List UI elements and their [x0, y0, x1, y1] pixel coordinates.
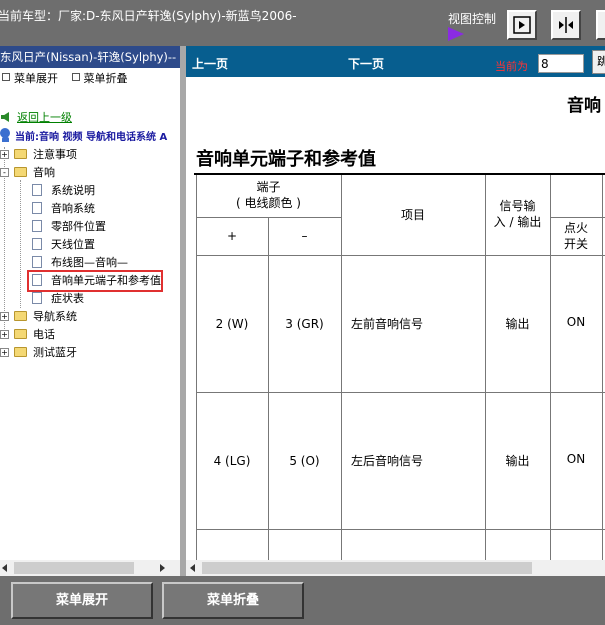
table-border [196, 217, 341, 218]
left-tree-panel: 东风日产(Nissan)-轩逸(Sylphy)-- 菜单展开 菜单折叠 返回上一… [0, 46, 180, 576]
section-title: 音响 [567, 96, 601, 116]
scrollbar-thumb[interactable] [14, 562, 134, 574]
car-model-label: 当前车型：厂家:D-东风日产轩逸(Sylphy)-新蓝鸟2006- [0, 9, 297, 23]
table-border [485, 175, 486, 576]
back-arrow-icon [1, 112, 9, 122]
show-left-panel-button[interactable] [596, 10, 605, 40]
title-rule [194, 173, 605, 175]
table-cell-plus: 2 (W) [215, 317, 249, 331]
split-view-button[interactable] [551, 10, 581, 40]
collapse-minus-icon[interactable]: - [0, 168, 9, 177]
header-ignition-2: 开关 [563, 237, 588, 251]
table-border [196, 255, 605, 256]
scroll-left-icon[interactable] [190, 564, 195, 572]
square-icon [2, 73, 10, 81]
collapse-all-button[interactable]: 菜单折叠 [162, 582, 304, 619]
table-cell-ignition: ON [566, 452, 586, 466]
current-page-label: 当前为 [495, 60, 528, 73]
document-icon [32, 202, 42, 214]
document-title: 音响单元端子和参考值 [196, 149, 376, 170]
header-wire-color: ( 电线颜色 ) [236, 196, 301, 210]
expand-all-button[interactable]: 菜单展开 [11, 582, 153, 619]
table-cell-io: 输出 [505, 317, 530, 331]
folder-open-icon [14, 167, 27, 177]
table-cell-ignition: ON [566, 315, 586, 329]
table-cell-minus: 3 (GR) [285, 317, 324, 331]
square-icon [71, 73, 80, 81]
scrollbar-thumb[interactable] [202, 562, 532, 574]
table-cell-item: 左后音响信号 [351, 454, 424, 468]
bottom-toolbar: 菜单展开 菜单折叠 [0, 576, 605, 625]
table-cell-plus: 4 (LG) [213, 454, 251, 468]
expand-plus-icon[interactable]: + [0, 330, 9, 339]
table-cell-io: 输出 [505, 454, 530, 468]
tree-menu-expand[interactable]: 菜单展开 [2, 68, 58, 90]
table-border [550, 217, 605, 218]
selected-item-highlight [27, 270, 163, 292]
folder-icon [14, 329, 27, 339]
tree-menu-bar: 菜单展开 菜单折叠 [0, 68, 180, 90]
page-number-input[interactable] [538, 54, 584, 73]
document-icon [32, 184, 42, 196]
header-ignition-1: 点火 [563, 221, 588, 235]
split-arrows-icon [559, 17, 573, 33]
user-icon [0, 128, 10, 142]
next-page-link[interactable]: 下一页 [348, 55, 384, 72]
folder-icon [14, 347, 27, 357]
expand-plus-icon[interactable]: + [0, 348, 9, 357]
prev-page-link[interactable]: 上一页 [192, 55, 228, 72]
page-nav-bar: 上一页 下一页 当前为 跳 [186, 46, 605, 77]
document-page: 音响 音响单元端子和参考值 端子 ( 电线颜色 ) + – 项目 信号输 入 /… [186, 77, 605, 576]
header-plus: + [226, 229, 238, 243]
header-signal-io-2: 入 / 输出 [493, 215, 542, 229]
folder-icon [14, 311, 27, 321]
view-control-label: 视图控制 [448, 12, 497, 26]
table-border [602, 175, 603, 576]
arrow-right-bar-icon [513, 16, 531, 34]
jump-button[interactable]: 跳 [592, 50, 605, 74]
tree-horizontal-scrollbar[interactable] [0, 560, 180, 576]
document-horizontal-scrollbar[interactable] [186, 560, 605, 576]
header-signal-io-1: 信号输 [499, 199, 536, 213]
scroll-left-icon[interactable] [2, 564, 7, 572]
folder-icon [14, 149, 27, 159]
document-icon [32, 292, 42, 304]
view-control-arrow-icon[interactable] [448, 27, 464, 41]
header-minus: – [301, 229, 308, 243]
scroll-right-icon[interactable] [160, 564, 165, 572]
document-icon [32, 220, 42, 232]
tree-line [20, 180, 21, 308]
tree-menu-collapse[interactable]: 菜单折叠 [71, 68, 128, 90]
document-icon [32, 256, 42, 268]
table-border [268, 217, 269, 576]
expand-plus-icon[interactable]: + [0, 312, 9, 321]
tree-panel-title: 东风日产(Nissan)-轩逸(Sylphy)-- [0, 46, 180, 68]
document-icon [32, 238, 42, 250]
expand-plus-icon[interactable]: + [0, 150, 9, 159]
header-terminal: 端子 [256, 180, 281, 194]
document-frame: 上一页 下一页 当前为 跳 音响 音响单元端子和参考值 端子 ( 电线颜色 ) … [186, 46, 605, 576]
show-right-panel-button[interactable] [507, 10, 537, 40]
top-header: 当前车型：厂家:D-东风日产轩逸(Sylphy)-新蓝鸟2006- 视图控制 [0, 0, 605, 46]
table-border [196, 392, 605, 393]
table-cell-minus: 5 (O) [289, 454, 320, 468]
table-cell-item: 左前音响信号 [351, 317, 424, 331]
table-border [341, 175, 342, 576]
header-item: 项目 [400, 208, 425, 222]
table-border [196, 529, 605, 530]
